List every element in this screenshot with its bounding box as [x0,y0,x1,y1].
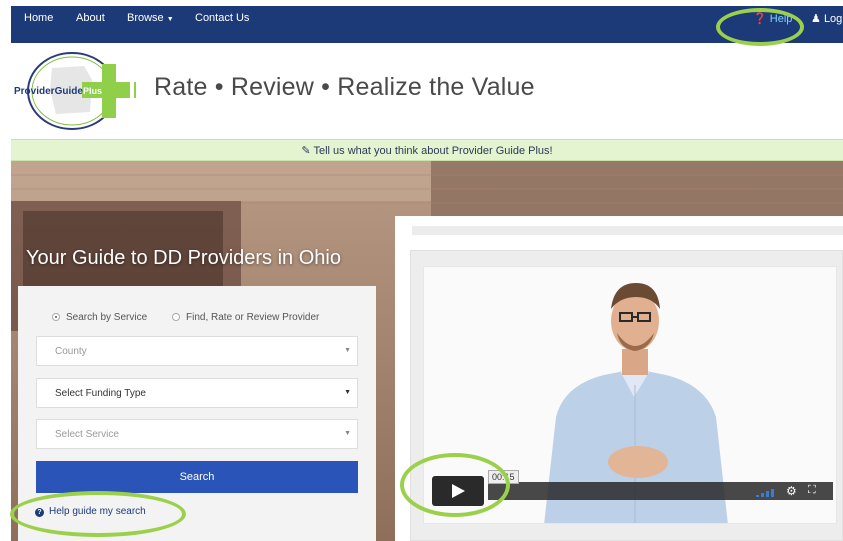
highlight-oval-help-guide [10,491,186,537]
highlight-oval-help [716,8,804,46]
hero-title: Your Guide to DD Providers in Ohio [26,247,341,269]
radio-find-provider[interactable]: Find, Rate or Review Provider [172,312,319,323]
radio-provider-label: Find, Rate or Review Provider [186,312,320,323]
video-header-strip [412,226,843,235]
radio-selected-icon [52,313,60,321]
settings-gear-icon[interactable]: ⚙ [786,484,797,498]
user-icon: ♟ [811,13,821,25]
feedback-link[interactable]: ✎ Tell us what you think about Provider … [11,144,843,157]
service-placeholder: Select Service [55,429,119,440]
nav-contact-link[interactable]: Contact Us [195,12,249,24]
nav-login-link[interactable]: ♟ Login [811,12,843,25]
nav-login-label: Login [823,13,843,25]
provider-guide-plus-logo[interactable]: ProviderGuide Plus [12,50,140,132]
radio-search-by-service[interactable]: Search by Service [52,312,147,323]
nav-home-link[interactable]: Home [24,12,53,24]
county-placeholder: County [55,346,87,357]
feedback-label: Tell us what you think about Provider Gu… [313,145,553,157]
volume-icon[interactable] [756,489,778,497]
nav-browse-menu[interactable]: Browse ▼ [127,12,174,24]
funding-type-select[interactable]: Select Funding Type ▼ [36,378,358,408]
search-button[interactable]: Search [36,461,358,493]
video-progress-bar[interactable] [488,482,750,500]
radio-unselected-icon [172,313,180,321]
caret-down-icon: ▼ [344,347,351,354]
service-select[interactable]: Select Service ▼ [36,419,358,449]
highlight-oval-play [400,453,510,517]
nav-about-link[interactable]: About [76,12,105,24]
caret-down-icon: ▼ [344,389,351,396]
feedback-bar[interactable]: ✎ Tell us what you think about Provider … [11,139,843,161]
fullscreen-icon[interactable]: ⛶ [808,484,816,497]
edit-icon: ✎ [301,145,311,157]
nav-browse-label: Browse [127,12,164,24]
logo-text-left: ProviderGuide [14,86,83,97]
county-select[interactable]: County ▼ [36,336,358,366]
tagline: Rate • Review • Realize the Value [154,73,535,101]
logo-text-right: Plus [83,86,102,96]
funding-label: Select Funding Type [55,388,146,399]
chevron-down-icon: ▼ [166,16,174,23]
radio-service-label: Search by Service [66,312,148,323]
caret-down-icon: ▼ [344,430,351,437]
